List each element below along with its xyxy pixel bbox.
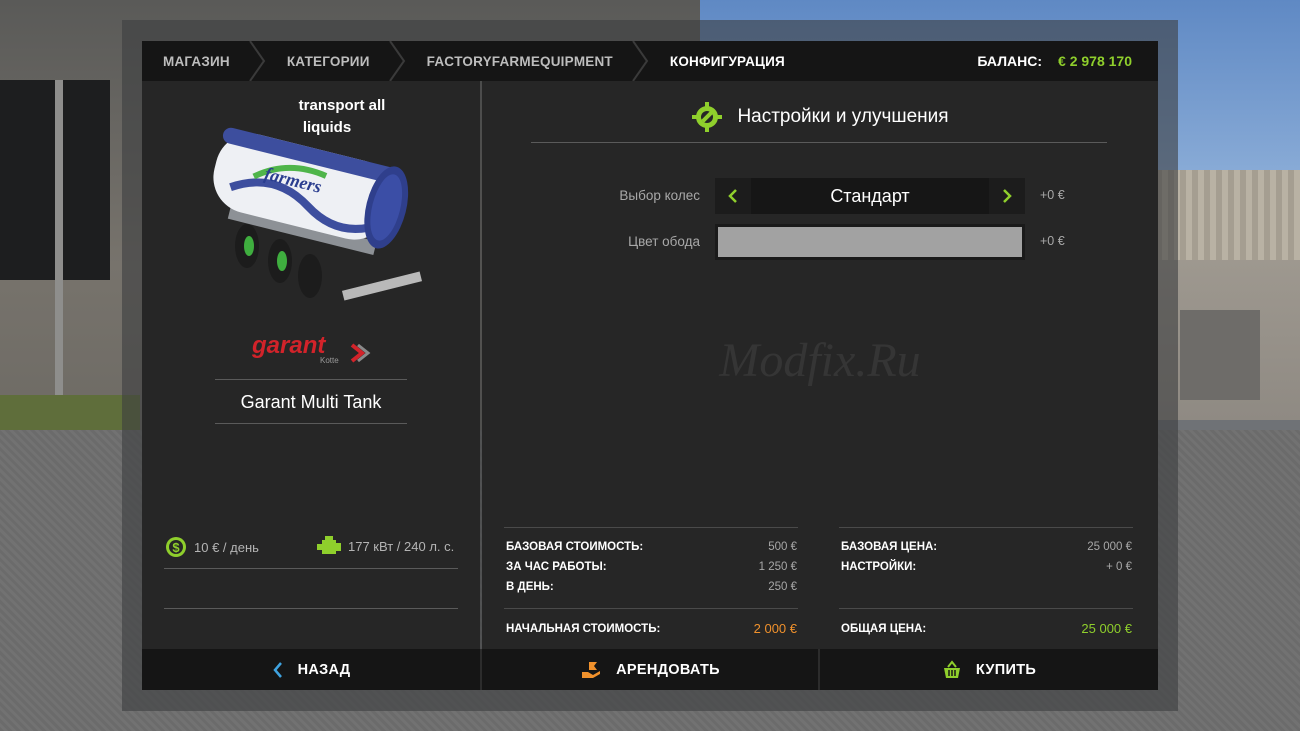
price-divider-right-bottom [839,608,1133,609]
breadcrumb-shop[interactable]: МАГАЗИН [142,41,266,81]
buy-button[interactable]: КУПИТЬ [818,649,1158,690]
vehicle-info-panel: farmers transport all liquids garant Kot… [142,81,480,649]
price-row-base-cost: БАЗОВАЯ СТОИМОСТЬ: 500 € [506,541,797,553]
wheel-selector: Стандарт [715,178,1025,214]
price-row-total-price: ОБЩАЯ ЦЕНА: 25 000 € [841,621,1132,636]
basket-icon [943,659,960,678]
stats-divider-bottom [164,608,458,609]
back-button[interactable]: НАЗАД [142,649,480,690]
price-row-hourly: ЗА ЧАС РАБОТЫ: 1 250 € [506,561,797,573]
name-divider-bottom [215,423,407,424]
engine-icon [317,536,341,554]
price-divider-right-top [839,527,1133,528]
price-row-daily: В ДЕНЬ: 250 € [506,581,797,593]
price-row-settings: НАСТРОЙКИ: + 0 € [841,561,1132,573]
balance-value: € 2 978 170 [1058,53,1132,69]
wheel-selector-value: Стандарт [751,178,989,214]
lease-hand-icon [582,661,601,678]
breadcrumb-configuration: КОНФИГУРАЦИЯ [669,53,785,69]
wrench-gear-icon [692,102,723,132]
vehicle-name: Garant Multi Tank [240,391,382,412]
breadcrumb-bar: МАГАЗИН КАТЕГОРИИ FACTORYFARMEQUIPMENT К… [142,41,1158,81]
stats-divider [164,568,458,569]
breadcrumb-separator-icon [249,41,266,81]
breadcrumb-separator-icon [388,41,405,81]
breadcrumb-separator-icon [632,41,649,81]
stat-power: 177 кВт / 240 л. с. [316,535,454,557]
price-row-base-price: БАЗОВАЯ ЦЕНА: 25 000 € [841,541,1132,553]
svg-text:Kotte: Kotte [320,356,339,365]
background-pole [55,80,63,420]
balance: БАЛАНС: € 2 978 170 [977,53,1158,69]
chevron-right-icon [1003,189,1012,203]
chevron-left-icon [728,189,737,203]
svg-text:garant: garant [251,332,326,359]
section-header: Настройки и улучшения [482,99,1158,135]
price-divider-left-top [504,527,798,528]
wheel-option-cost: +0 € [1040,188,1065,202]
brand-logo: garant Kotte [251,332,371,365]
vehicle-image: farmers [213,127,423,301]
balance-label: БАЛАНС: [977,53,1043,69]
price-row-initial-cost: НАЧАЛЬНАЯ СТОИМОСТЬ: 2 000 € [506,621,797,636]
watermark: Modfix.Ru [719,334,921,387]
rim-color-swatch [718,227,1022,257]
breadcrumb-brand[interactable]: FACTORYFARMEQUIPMENT [406,41,649,81]
vehicle-promo-text: transport all liquids [298,97,386,136]
price-divider-left-bottom [504,608,798,609]
rim-color-cost: +0 € [1040,234,1065,248]
background-barn-door [1180,310,1260,400]
wheel-next-button[interactable] [989,178,1025,214]
wheel-prev-button[interactable] [715,178,751,214]
action-bar: НАЗАД АРЕНДОВАТЬ КУПИТЬ [142,649,1158,690]
section-title: Настройки и улучшения [737,106,949,127]
stat-daily-cost: $ 10 € / день [164,535,259,559]
name-divider-top [215,379,407,380]
svg-text:$: $ [172,540,180,555]
lease-button[interactable]: АРЕНДОВАТЬ [480,649,818,690]
section-divider [531,142,1107,143]
chevron-left-icon [272,661,282,678]
configuration-panel: Настройки и улучшения Выбор колес Станда… [482,81,1158,649]
dollar-gear-icon: $ [166,537,186,557]
rim-color-picker[interactable] [715,224,1025,260]
breadcrumb-categories[interactable]: КАТЕГОРИИ [266,41,406,81]
rim-color-label: Цвет обода [628,234,700,249]
wheel-option-label: Выбор колес [619,188,700,203]
